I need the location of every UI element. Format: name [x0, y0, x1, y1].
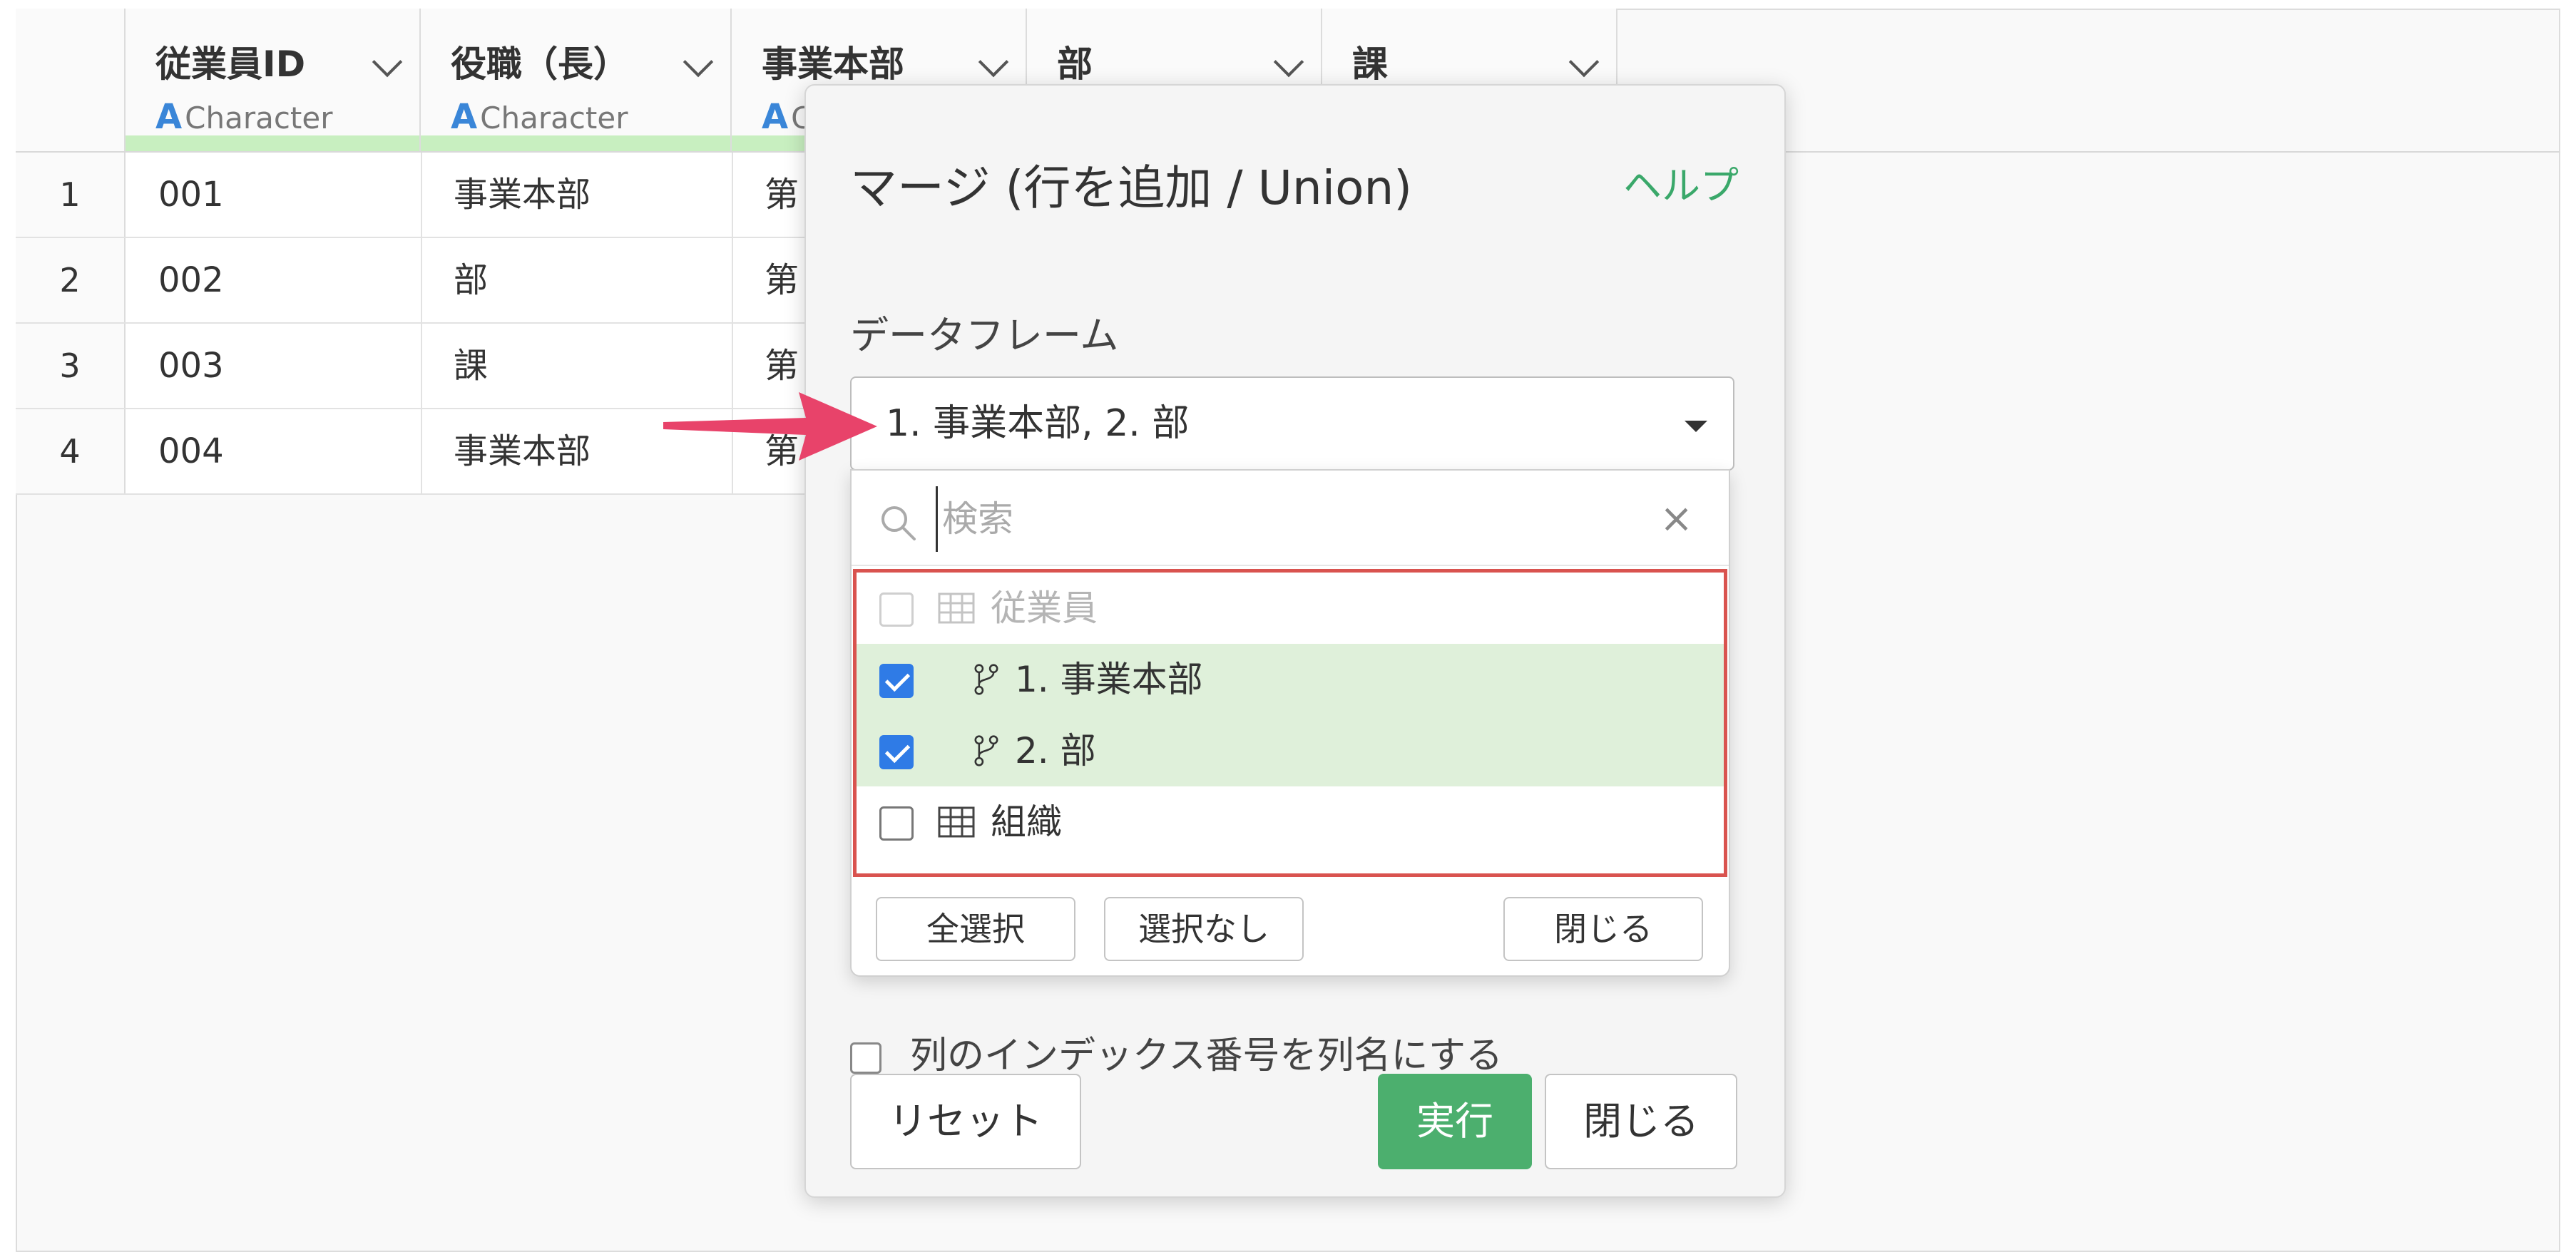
cell[interactable]: 003 — [158, 324, 224, 408]
search-icon — [881, 506, 916, 540]
column-index-checkbox-label: 列のインデックス番号を列名にする — [910, 1035, 1503, 1077]
cell[interactable]: 事業本部 — [454, 153, 591, 237]
column-name: 部 — [1057, 43, 1093, 85]
dialog-title: マージ (行を追加 / Union) — [850, 160, 1413, 215]
column-header-employee-id[interactable]: 従業員ID ACharacter — [126, 9, 421, 151]
column-name: 事業本部 — [762, 43, 904, 85]
dropdown-search: × — [852, 471, 1729, 566]
dataframe-label: データフレーム — [850, 313, 1119, 358]
list-item[interactable]: 1. 事業本部 — [857, 644, 1724, 715]
character-type-icon: A — [762, 97, 789, 137]
annotation-arrow — [663, 392, 877, 461]
cell[interactable]: 004 — [158, 409, 224, 493]
cell[interactable]: 課 — [454, 324, 488, 408]
column-header-role[interactable]: 役職（長） ACharacter — [421, 9, 732, 151]
character-type-icon: A — [155, 97, 183, 137]
cell[interactable]: 002 — [158, 238, 224, 322]
column-name: 役職（長） — [451, 43, 629, 85]
option-label: 1. 事業本部 — [1015, 659, 1203, 700]
close-button[interactable]: 閉じる — [1545, 1074, 1737, 1169]
table-row: 1 001 事業本部 第 — [16, 153, 814, 238]
list-item: 従業員 — [857, 573, 1724, 644]
cell[interactable]: 第 — [765, 153, 799, 237]
column-type: ACharacter — [155, 97, 333, 137]
column-index-checkbox-row[interactable]: 列のインデックス番号を列名にする — [850, 1025, 1503, 1079]
column-type: ACharacter — [451, 97, 628, 137]
row-number-header — [16, 9, 126, 151]
chevron-down-icon[interactable] — [372, 46, 403, 78]
select-all-button[interactable]: 全選択 — [876, 897, 1075, 961]
list-item[interactable]: 2. 部 — [857, 715, 1724, 786]
close-icon[interactable]: × — [1660, 499, 1693, 539]
row-number: 3 — [16, 324, 126, 408]
option-label: 2. 部 — [1015, 730, 1096, 771]
branch-icon — [974, 735, 998, 766]
reset-button[interactable]: リセット — [850, 1074, 1081, 1169]
chevron-down-icon[interactable] — [1273, 46, 1304, 78]
character-type-icon: A — [451, 97, 478, 137]
row-number: 1 — [16, 153, 126, 237]
chevron-down-icon[interactable] — [683, 46, 714, 78]
dropdown-close-button[interactable]: 閉じる — [1503, 897, 1703, 961]
option-checkbox[interactable] — [879, 806, 914, 841]
list-item[interactable]: 組織 — [857, 786, 1724, 858]
table-row: 2 002 部 第 — [16, 238, 814, 324]
cell[interactable]: 部 — [454, 238, 488, 322]
option-checkbox — [879, 592, 914, 627]
dataframe-dropdown: × 従業員 1. 事業本部 — [850, 469, 1730, 977]
column-quality-bar — [421, 135, 730, 151]
table-icon — [938, 806, 975, 838]
column-name: 従業員ID — [155, 43, 306, 85]
column-name: 課 — [1352, 43, 1388, 85]
cell[interactable]: 001 — [158, 153, 224, 237]
option-checkbox[interactable] — [879, 664, 914, 698]
cell[interactable]: 第 — [765, 238, 799, 322]
dataframe-option-list: 従業員 1. 事業本部 2. 部 組織 — [853, 569, 1727, 877]
help-link[interactable]: ヘルプ — [1623, 154, 1739, 210]
option-label: 組織 — [991, 801, 1062, 843]
column-index-checkbox[interactable] — [850, 1042, 881, 1074]
dataframe-selected-value: 1. 事業本部, 2. 部 — [886, 402, 1190, 445]
chevron-down-icon[interactable] — [1568, 46, 1600, 78]
select-none-button[interactable]: 選択なし — [1104, 897, 1304, 961]
option-label: 従業員 — [991, 587, 1098, 629]
option-checkbox[interactable] — [879, 735, 914, 769]
table-icon — [938, 592, 975, 624]
search-input[interactable] — [936, 486, 1585, 552]
run-button[interactable]: 実行 — [1378, 1074, 1532, 1169]
cell[interactable]: 事業本部 — [454, 409, 591, 493]
column-quality-bar — [126, 135, 419, 151]
chevron-down-icon[interactable] — [978, 46, 1009, 78]
caret-down-icon[interactable] — [1685, 421, 1707, 432]
dataframe-select[interactable]: 1. 事業本部, 2. 部 — [850, 376, 1734, 471]
row-number: 2 — [16, 238, 126, 322]
row-number: 4 — [16, 409, 126, 493]
branch-icon — [974, 664, 998, 695]
